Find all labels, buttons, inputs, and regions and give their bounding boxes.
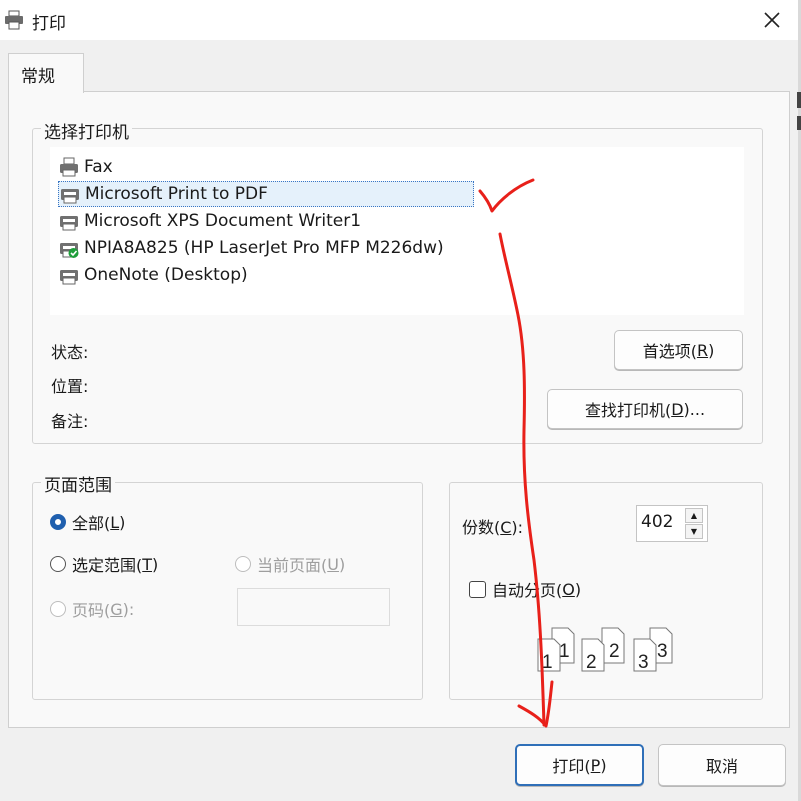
collate-number: 1 bbox=[559, 641, 570, 662]
collate-illustration: 1 1 2 2 3 3 bbox=[537, 627, 673, 673]
default-printer-check-icon bbox=[60, 243, 79, 258]
printer-name: NPIA8A825 (HP LaserJet Pro MFP M226dw) bbox=[84, 238, 444, 258]
tab-general[interactable]: 常规 bbox=[8, 53, 84, 93]
printer-icon bbox=[61, 189, 79, 204]
spin-down-button[interactable]: ▼ bbox=[685, 524, 703, 539]
spin-up-button[interactable]: ▲ bbox=[685, 508, 703, 523]
collate-number: 2 bbox=[586, 652, 597, 673]
copies-label: 份数(C): bbox=[462, 518, 524, 537]
page-range-legend: 页面范围 bbox=[41, 471, 115, 496]
printer-item-selected[interactable]: Microsoft Print to PDF bbox=[58, 181, 474, 207]
close-icon bbox=[764, 12, 780, 28]
print-button[interactable]: 打印(P) bbox=[515, 744, 644, 786]
title-bar bbox=[0, 0, 801, 40]
page-range-pages-radio[interactable]: 页码(G): bbox=[50, 597, 134, 621]
pages-input[interactable] bbox=[237, 588, 390, 626]
location-label: 位置: bbox=[51, 377, 89, 396]
collate-number: 3 bbox=[638, 652, 649, 673]
find-printer-button[interactable]: 查找打印机(D)... bbox=[547, 389, 743, 429]
window-title: 打印 bbox=[32, 14, 66, 34]
page-range-selection-radio[interactable]: 选定范围(T) bbox=[50, 552, 158, 576]
comment-label: 备注: bbox=[51, 412, 89, 431]
tab-label: 常规 bbox=[21, 67, 55, 87]
printer-group-legend: 选择打印机 bbox=[41, 118, 132, 143]
printer-name: Microsoft Print to PDF bbox=[85, 184, 268, 204]
printer-icon bbox=[60, 157, 78, 177]
window-edge-mark bbox=[797, 92, 801, 108]
printer-icon bbox=[60, 216, 78, 231]
printer-icon bbox=[4, 10, 24, 30]
copies-input[interactable]: 402 ▲ ▼ bbox=[636, 505, 708, 542]
status-label: 状态: bbox=[51, 343, 89, 362]
close-button[interactable] bbox=[752, 2, 792, 38]
copies-value: 402 bbox=[641, 512, 674, 532]
page-range-all-radio[interactable]: 全部(L) bbox=[50, 510, 125, 534]
printer-name: Fax bbox=[84, 157, 113, 177]
collate-number: 1 bbox=[542, 652, 553, 673]
collate-checkbox[interactable]: 自动分页(O) bbox=[469, 577, 581, 601]
page-range-current-radio[interactable]: 当前页面(U) bbox=[235, 552, 345, 576]
window-edge-mark bbox=[797, 116, 801, 130]
printer-item[interactable]: NPIA8A825 (HP LaserJet Pro MFP M226dw) bbox=[58, 235, 518, 261]
printer-item[interactable]: OneNote (Desktop) bbox=[58, 262, 474, 288]
printer-name: Microsoft XPS Document Writer1 bbox=[84, 211, 362, 231]
printer-item[interactable]: Microsoft XPS Document Writer1 bbox=[58, 208, 474, 234]
printer-icon bbox=[60, 270, 78, 285]
preferences-button[interactable]: 首选项(R) bbox=[614, 330, 743, 370]
printer-name: OneNote (Desktop) bbox=[84, 265, 248, 285]
collate-number: 3 bbox=[657, 641, 668, 662]
collate-number: 2 bbox=[609, 641, 620, 662]
printer-item[interactable]: Fax bbox=[58, 154, 474, 180]
printer-list[interactable]: Fax Microsoft Print to PDF Microsoft XPS… bbox=[50, 147, 744, 315]
cancel-button[interactable]: 取消 bbox=[658, 744, 786, 786]
